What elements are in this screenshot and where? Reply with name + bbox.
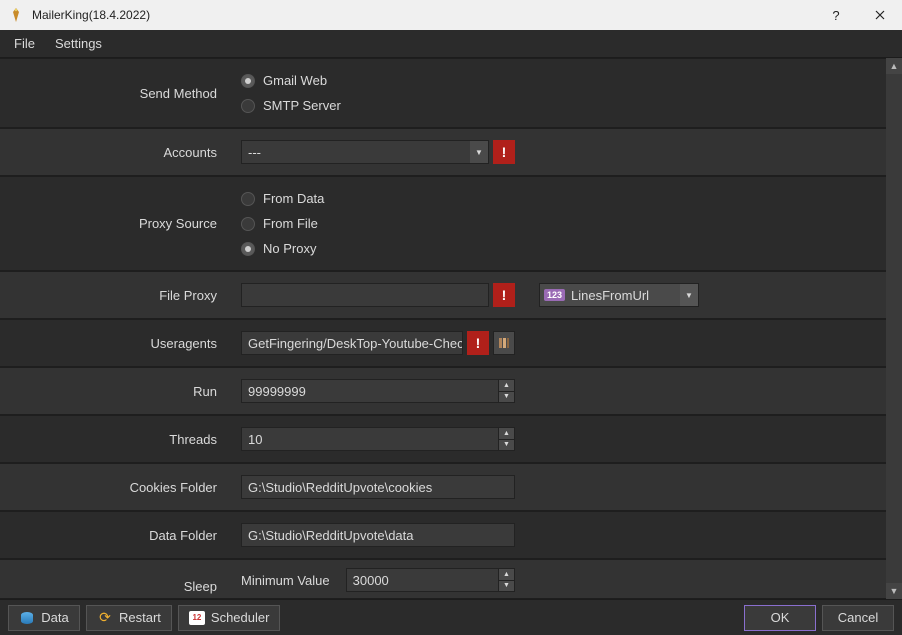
menu-file[interactable]: File [4,32,45,55]
data-folder-input[interactable]: G:\Studio\RedditUpvote\data [241,523,515,547]
combo-value: --- [248,145,261,160]
app-icon [8,7,24,23]
radio-dot-icon [241,242,255,256]
url-combo-label: LinesFromUrl [571,288,649,303]
database-icon [19,610,35,626]
button-label: Scheduler [211,610,270,625]
useragents-browse-button[interactable] [493,331,515,355]
label-threads: Threads [0,416,229,462]
row-threads: Threads 10 ▲▼ [0,415,886,463]
radio-dot-icon [241,99,255,113]
column-icon [498,337,510,349]
label-file-proxy: File Proxy [0,272,229,318]
spin-down-icon[interactable]: ▼ [498,581,514,592]
scroll-up-icon[interactable]: ▲ [886,58,902,74]
radio-dot-icon [241,217,255,231]
row-sleep: Sleep Minimum Value 30000 ▲▼ [0,559,886,599]
spin-up-icon[interactable]: ▲ [498,428,514,440]
spin-value: 99999999 [248,384,306,399]
sleep-sublabel: Minimum Value [241,573,330,588]
label-data-folder: Data Folder [0,512,229,558]
menubar: File Settings [0,30,902,58]
button-label: Cancel [838,610,878,625]
restart-icon: ⟳ [97,610,113,626]
label-cookies-folder: Cookies Folder [0,464,229,510]
button-label: Data [41,610,68,625]
chevron-down-icon: ▼ [680,284,698,306]
spin-value: 30000 [353,573,389,588]
spin-up-icon[interactable]: ▲ [498,380,514,392]
calendar-icon: 12 [189,610,205,626]
window-title: MailerKing(18.4.2022) [32,8,814,22]
radio-proxy-from-file[interactable]: From File [241,216,318,231]
accounts-combo[interactable]: --- ▼ [241,140,489,164]
row-cookies-folder: Cookies Folder G:\Studio\RedditUpvote\co… [0,463,886,511]
ok-button[interactable]: OK [744,605,816,631]
row-accounts: Accounts --- ▼ ! [0,128,886,176]
label-accounts: Accounts [0,129,229,175]
spin-down-icon[interactable]: ▼ [498,392,514,403]
footer: Data ⟳ Restart 12 Scheduler OK Cancel [0,599,902,635]
file-proxy-warning-icon[interactable]: ! [493,283,515,307]
label-useragents: Useragents [0,320,229,366]
useragents-input[interactable]: GetFingering/DeskTop-Youtube-Checked. [241,331,463,355]
radio-label: No Proxy [263,241,316,256]
threads-input[interactable]: 10 ▲▼ [241,427,515,451]
radio-smtp-server[interactable]: SMTP Server [241,98,341,113]
spin-up-icon[interactable]: ▲ [498,569,514,581]
menu-settings[interactable]: Settings [45,32,112,55]
label-run: Run [0,368,229,414]
lines-from-url-combo[interactable]: 123 LinesFromUrl ▼ [539,283,699,307]
cookies-folder-input[interactable]: G:\Studio\RedditUpvote\cookies [241,475,515,499]
row-data-folder: Data Folder G:\Studio\RedditUpvote\data [0,511,886,559]
label-sleep: Sleep [0,571,229,594]
radio-proxy-from-data[interactable]: From Data [241,191,324,206]
close-button[interactable] [858,0,902,30]
url-badge: 123 [544,289,565,301]
radio-label: SMTP Server [263,98,341,113]
titlebar: MailerKing(18.4.2022) ? [0,0,902,30]
scroll-down-icon[interactable]: ▼ [886,583,902,599]
restart-button[interactable]: ⟳ Restart [86,605,172,631]
row-useragents: Useragents GetFingering/DeskTop-Youtube-… [0,319,886,367]
settings-form: Send Method Gmail Web SMTP Server Accoun… [0,58,886,599]
spin-down-icon[interactable]: ▼ [498,440,514,451]
label-proxy-source: Proxy Source [0,177,229,270]
chevron-down-icon: ▼ [470,141,488,163]
content: Send Method Gmail Web SMTP Server Accoun… [0,58,902,599]
cancel-button[interactable]: Cancel [822,605,894,631]
row-proxy-source: Proxy Source From Data From File No Prox… [0,176,886,271]
scheduler-button[interactable]: 12 Scheduler [178,605,281,631]
file-proxy-input[interactable] [241,283,489,307]
run-input[interactable]: 99999999 ▲▼ [241,379,515,403]
radio-dot-icon [241,192,255,206]
row-send-method: Send Method Gmail Web SMTP Server [0,58,886,128]
vertical-scrollbar[interactable]: ▲ ▼ [886,58,902,599]
button-label: Restart [119,610,161,625]
button-label: OK [771,610,790,625]
help-button[interactable]: ? [814,0,858,30]
row-run: Run 99999999 ▲▼ [0,367,886,415]
data-button[interactable]: Data [8,605,80,631]
radio-gmail-web[interactable]: Gmail Web [241,73,327,88]
radio-label: From Data [263,191,324,206]
spin-value: 10 [248,432,262,447]
accounts-warning-icon[interactable]: ! [493,140,515,164]
radio-label: Gmail Web [263,73,327,88]
useragents-warning-icon[interactable]: ! [467,331,489,355]
radio-label: From File [263,216,318,231]
label-send-method: Send Method [0,59,229,127]
radio-dot-icon [241,74,255,88]
radio-no-proxy[interactable]: No Proxy [241,241,316,256]
row-file-proxy: File Proxy ! 123 LinesFromUrl ▼ [0,271,886,319]
sleep-min-input[interactable]: 30000 ▲▼ [346,568,515,592]
